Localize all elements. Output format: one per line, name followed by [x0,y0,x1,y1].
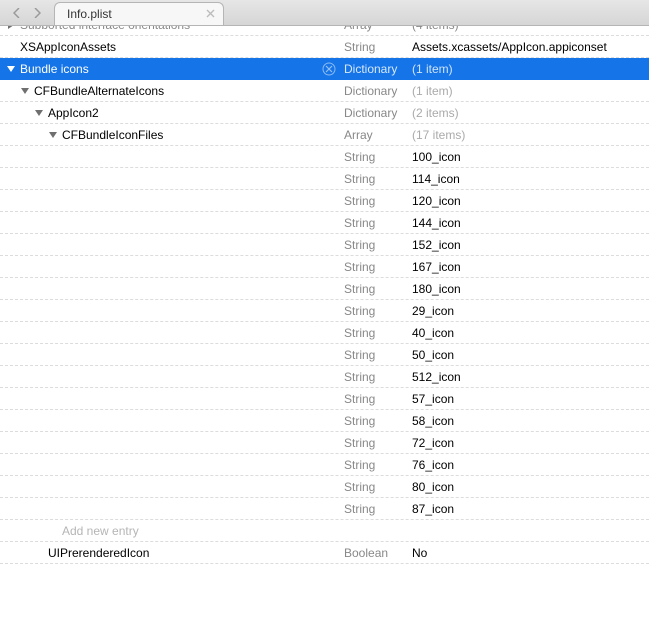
type-label: String [342,282,408,296]
close-icon[interactable] [203,6,217,20]
type-label: Dictionary [342,106,408,120]
disclosure-down-icon[interactable] [20,86,30,96]
key-label: UIPrerenderedIcon [48,546,149,560]
type-label: Array [342,128,408,142]
type-label: String [342,172,408,186]
type-label: String [342,414,408,428]
type-label: String [342,40,408,54]
plist-row[interactable]: UIPrerenderedIcon Boolean No [0,542,649,564]
nav-forward-icon[interactable] [30,6,44,20]
value-label: 72_icon [408,436,649,450]
type-label: String [342,194,408,208]
type-label: String [342,480,408,494]
type-label: String [342,370,408,384]
type-label: String [342,458,408,472]
plist-row[interactable]: String50_icon [0,344,649,366]
type-label: String [342,260,408,274]
type-label: String [342,216,408,230]
type-label: String [342,304,408,318]
nav-back-icon[interactable] [10,6,24,20]
disclosure-down-icon[interactable] [6,64,16,74]
value-label: 512_icon [408,370,649,384]
plist-row[interactable]: XSAppIconAssets String Assets.xcassets/A… [0,36,649,58]
value-label: (4 items) [408,26,649,32]
plist-row[interactable]: AppIcon2 Dictionary (2 items) [0,102,649,124]
type-label: String [342,436,408,450]
type-label: String [342,392,408,406]
value-label: Assets.xcassets/AppIcon.appiconset [408,40,649,54]
plist-row[interactable]: String120_icon [0,190,649,212]
plist-row[interactable]: String144_icon [0,212,649,234]
add-new-entry-row[interactable]: Add new entry [0,520,649,542]
plist-row[interactable]: String167_icon [0,256,649,278]
plist-row[interactable]: String152_icon [0,234,649,256]
plist-row[interactable]: CFBundleIconFiles Array (17 items) [0,124,649,146]
type-label: String [342,238,408,252]
value-label: 40_icon [408,326,649,340]
tab-title: Info.plist [67,7,112,21]
type-label: Boolean [342,546,408,560]
value-label: 100_icon [408,150,649,164]
type-label: String [342,348,408,362]
value-label: 87_icon [408,502,649,516]
key-label: CFBundleIconFiles [62,128,163,142]
value-label: 76_icon [408,458,649,472]
editor-tab[interactable]: Info.plist [54,2,224,25]
icon-files-list: String100_iconString114_iconString120_ic… [0,146,649,520]
type-label: Dictionary [342,62,408,76]
type-label: Array [342,26,408,32]
plist-row[interactable]: Supported interface orientations Array (… [0,26,649,36]
key-label: AppIcon2 [48,106,99,120]
value-label: (1 item) [408,84,649,98]
value-label: 144_icon [408,216,649,230]
plist-row-selected[interactable]: Bundle icons Dictionary (1 item) [0,58,649,80]
value-label: No [408,546,649,560]
key-label: XSAppIconAssets [20,40,116,54]
plist-row[interactable]: String72_icon [0,432,649,454]
disclosure-down-icon[interactable] [34,108,44,118]
plist-row[interactable]: String29_icon [0,300,649,322]
nav-arrows [0,0,50,25]
value-label: 120_icon [408,194,649,208]
add-new-placeholder: Add new entry [62,524,139,538]
value-label: (1 item) [408,62,649,76]
delete-icon[interactable] [322,62,336,76]
type-label: String [342,502,408,516]
key-label: Supported interface orientations [20,26,190,29]
plist-row[interactable]: String100_icon [0,146,649,168]
value-label: 80_icon [408,480,649,494]
value-label: 152_icon [408,238,649,252]
plist-row[interactable]: String87_icon [0,498,649,520]
value-label: (17 items) [408,128,649,142]
plist-row[interactable]: CFBundleAlternateIcons Dictionary (1 ite… [0,80,649,102]
key-label: CFBundleAlternateIcons [34,84,164,98]
plist-row[interactable]: String76_icon [0,454,649,476]
disclosure-down-icon[interactable] [48,130,58,140]
plist-row[interactable]: String58_icon [0,410,649,432]
disclosure-right-icon[interactable] [6,26,16,29]
plist-row[interactable]: String40_icon [0,322,649,344]
plist-row[interactable]: String114_icon [0,168,649,190]
type-label: Dictionary [342,84,408,98]
tab-bar: Info.plist [0,0,649,26]
plist-row[interactable]: String57_icon [0,388,649,410]
type-label: String [342,150,408,164]
key-label: Bundle icons [20,62,89,76]
value-label: (2 items) [408,106,649,120]
plist-row[interactable]: String180_icon [0,278,649,300]
value-label: 50_icon [408,348,649,362]
value-label: 58_icon [408,414,649,428]
type-label: String [342,326,408,340]
plist-row[interactable]: String80_icon [0,476,649,498]
value-label: 57_icon [408,392,649,406]
value-label: 180_icon [408,282,649,296]
plist-editor: Supported interface orientations Array (… [0,26,649,564]
value-label: 114_icon [408,172,649,186]
value-label: 29_icon [408,304,649,318]
value-label: 167_icon [408,260,649,274]
plist-row[interactable]: String512_icon [0,366,649,388]
